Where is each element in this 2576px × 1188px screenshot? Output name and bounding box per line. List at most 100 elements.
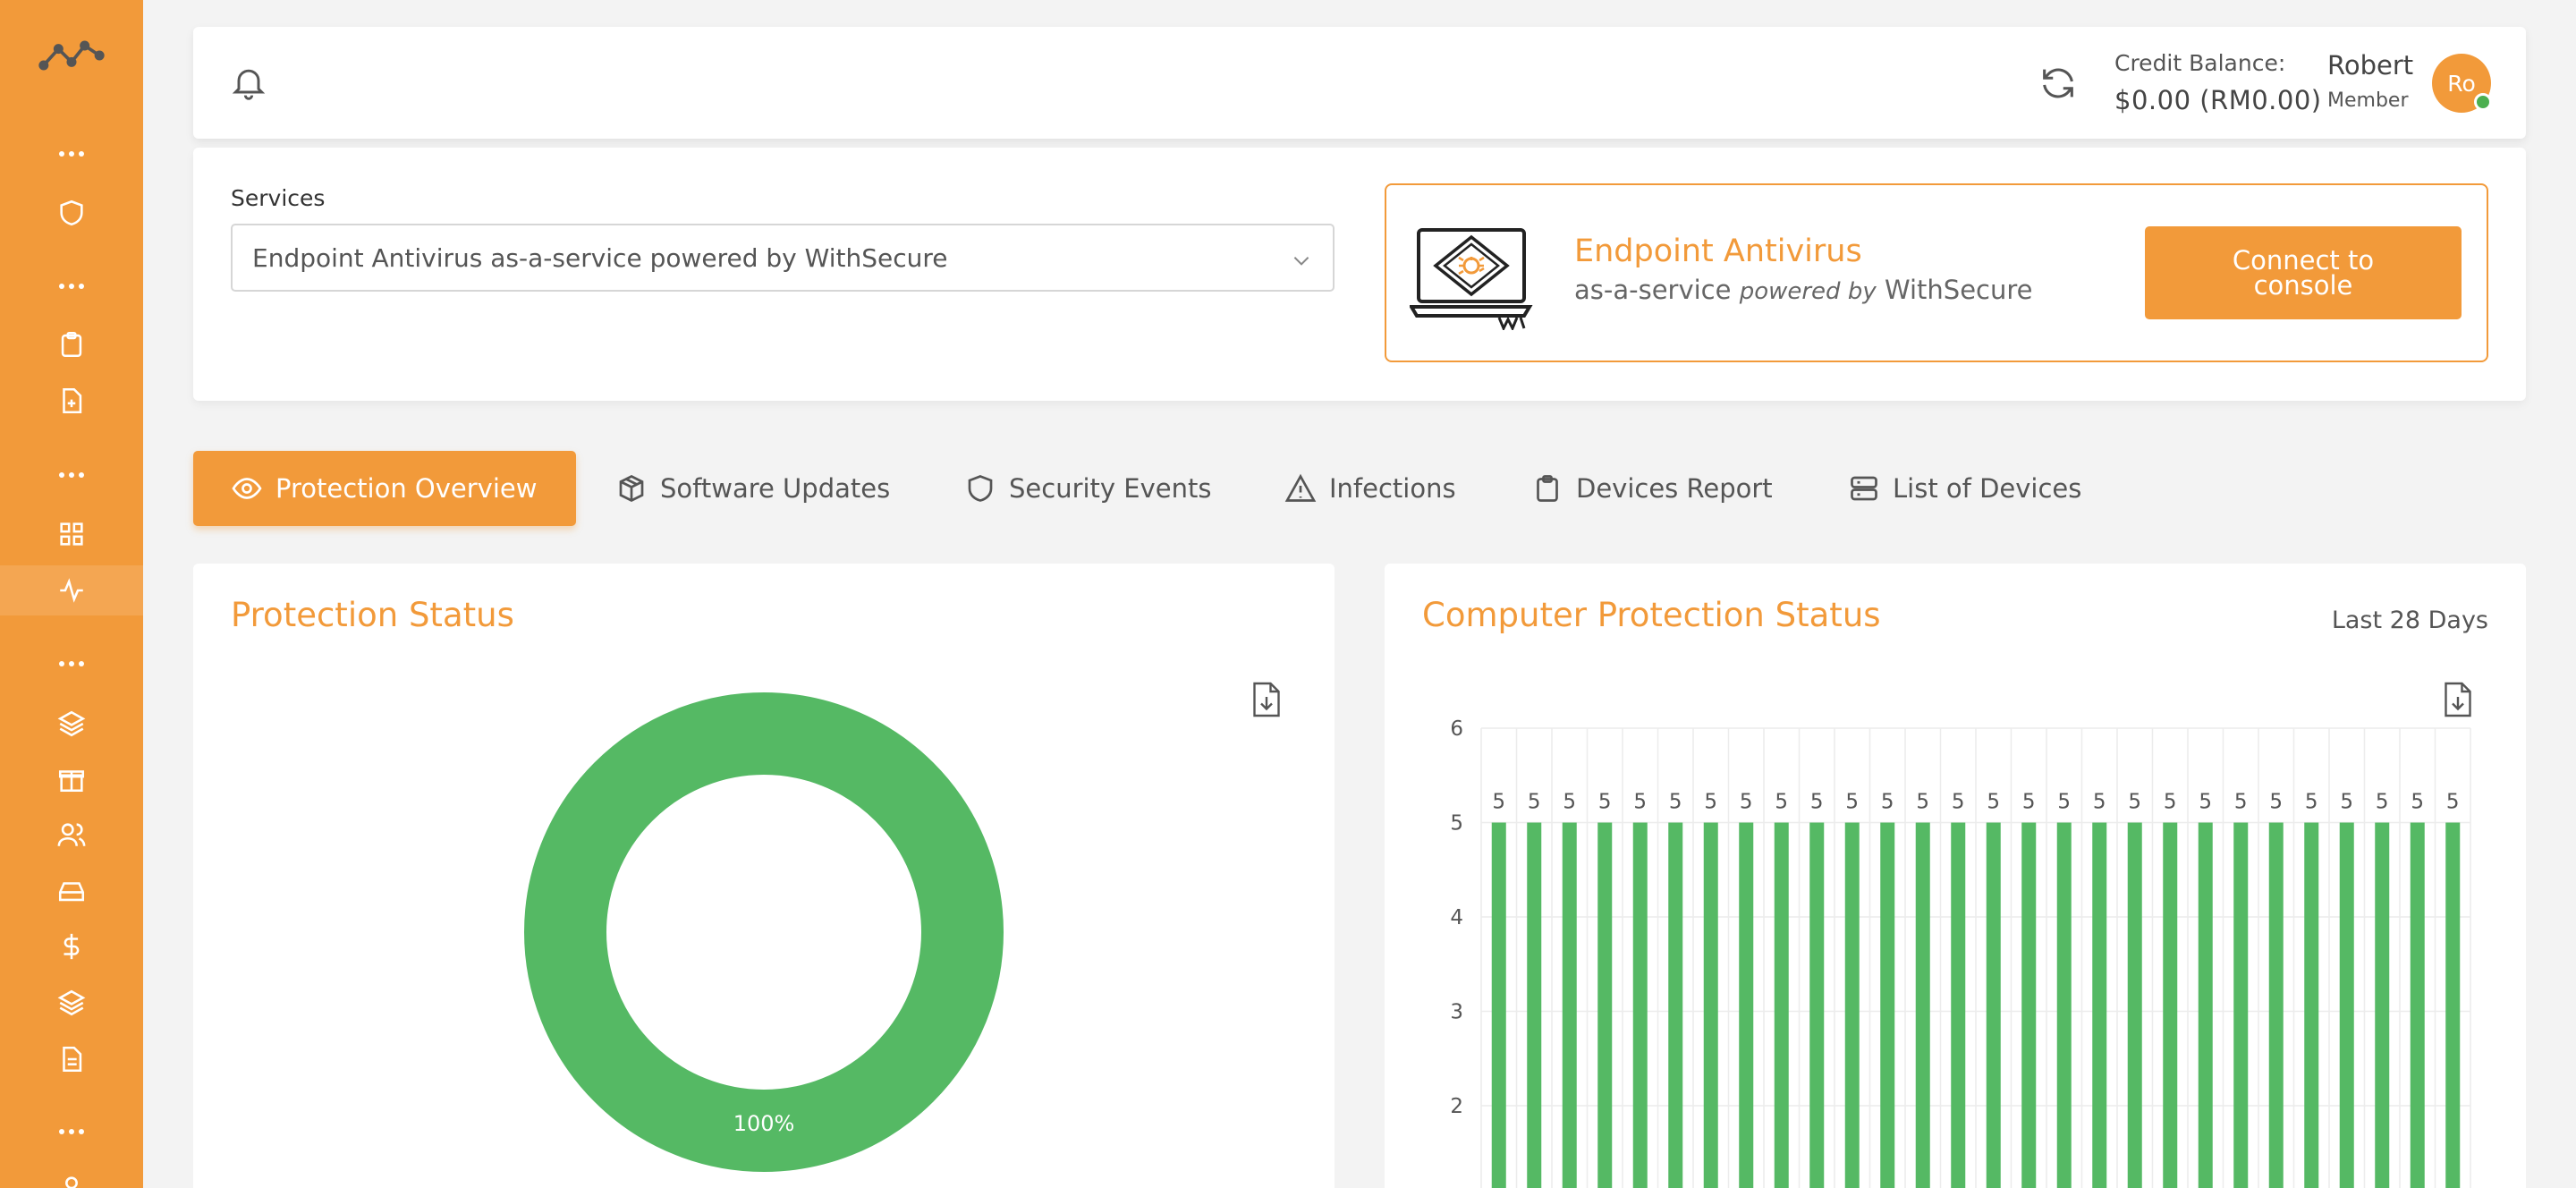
layers-icon[interactable]	[0, 978, 143, 1028]
services-selected-value: Endpoint Antivirus as-a-service powered …	[252, 242, 948, 273]
bar	[2268, 822, 2284, 1188]
connect-to-console-button[interactable]: Connect to console	[2145, 226, 2462, 319]
bar-data-label: 5	[1633, 791, 1647, 814]
bar-data-label: 5	[2234, 791, 2248, 814]
tab-infections[interactable]: Infections	[1284, 451, 1456, 526]
bar-data-label: 5	[2411, 791, 2424, 814]
bar-data-label: 5	[2340, 791, 2353, 814]
sidebar	[0, 0, 143, 1188]
online-status-dot	[2474, 93, 2492, 111]
warning-icon	[1284, 473, 1317, 502]
tab-label: Devices Report	[1576, 473, 1773, 504]
bar-data-label: 5	[2199, 791, 2212, 814]
chevron-down-icon	[1293, 257, 1309, 266]
more-dots-icon[interactable]	[0, 1118, 143, 1145]
more-dots-icon[interactable]	[0, 140, 143, 167]
user-icon[interactable]	[0, 1163, 143, 1188]
layers-icon[interactable]	[0, 699, 143, 749]
protection-status-card: Protection Status 100%	[193, 564, 1335, 1188]
download-file-icon[interactable]	[1250, 680, 1283, 719]
computer-protection-card: Computer Protection Status Last 28 Days …	[1385, 564, 2526, 1188]
tab-label: Software Updates	[660, 473, 891, 504]
product-card: Endpoint Antivirus as-a-service powered …	[1385, 183, 2488, 362]
bar	[1951, 822, 1966, 1188]
bar-data-label: 5	[1916, 791, 1929, 814]
donut-slice	[524, 692, 1004, 1172]
file-add-icon[interactable]	[0, 376, 143, 426]
bar	[2375, 822, 2390, 1188]
y-tick-label: 3	[1450, 1001, 1463, 1024]
product-subtitle: as-a-service powered by WithSecure	[1574, 275, 2032, 305]
top-bar: Credit Balance: $0.00 (RM0.00) Robert Me…	[193, 27, 2526, 139]
bar-data-label: 5	[1492, 791, 1505, 814]
bar	[2339, 822, 2354, 1188]
services-panel: Services Endpoint Antivirus as-a-service…	[193, 148, 2526, 401]
bar	[2127, 822, 2142, 1188]
bar-data-label: 5	[1881, 791, 1894, 814]
users-icon[interactable]	[0, 810, 143, 860]
tab-label: List of Devices	[1893, 473, 2082, 504]
activity-icon[interactable]	[0, 565, 143, 615]
user-info[interactable]: Robert Member	[2327, 50, 2413, 112]
product-subtitle-powered: powered by	[1739, 278, 1877, 305]
user-role: Member	[2327, 89, 2409, 112]
bar	[1597, 822, 1613, 1188]
tab-security-events[interactable]: Security Events	[964, 451, 1212, 526]
tab-list-of-devices[interactable]: List of Devices	[1848, 451, 2081, 526]
clipboard-icon	[1537, 475, 1558, 502]
bar	[2198, 822, 2213, 1188]
bar-data-label: 5	[1740, 791, 1753, 814]
eye-icon	[232, 478, 262, 499]
tab-label: Security Events	[1009, 473, 1212, 504]
bar	[1739, 822, 1754, 1188]
more-dots-icon[interactable]	[0, 462, 143, 488]
refresh-icon[interactable]	[2038, 63, 2079, 104]
product-title: Endpoint Antivirus	[1574, 233, 1862, 269]
bar	[2092, 822, 2107, 1188]
credit-value: $0.00 (RM0.00)	[2114, 85, 2322, 115]
product-subtitle-vendor: WithSecure	[1884, 275, 2033, 305]
clipboard-icon[interactable]	[0, 319, 143, 369]
bar	[1880, 822, 1895, 1188]
services-label: Services	[231, 185, 326, 211]
y-tick-label: 4	[1450, 906, 1463, 929]
tab-software-updates[interactable]: Software Updates	[615, 451, 890, 526]
box-icon	[619, 474, 644, 503]
grid-icon[interactable]	[0, 509, 143, 559]
more-dots-icon[interactable]	[0, 273, 143, 300]
services-select[interactable]: Endpoint Antivirus as-a-service powered …	[231, 224, 1335, 292]
bar	[2163, 822, 2178, 1188]
bar	[1915, 822, 1930, 1188]
credit-balance: Credit Balance: $0.00 (RM0.00)	[2114, 50, 2322, 115]
bar	[2233, 822, 2249, 1188]
document-icon[interactable]	[0, 1034, 143, 1084]
bar-data-label: 5	[2022, 791, 2036, 814]
laptop-bug-icon	[1410, 228, 1533, 330]
donut-slice-label: 100%	[733, 1111, 795, 1136]
product-subtitle-prefix: as-a-service	[1574, 275, 1732, 305]
tab-devices-report[interactable]: Devices Report	[1531, 451, 1773, 526]
bar	[1703, 822, 1718, 1188]
card-title: Protection Status	[231, 596, 514, 634]
bar-data-label: 5	[1952, 791, 1965, 814]
shield-icon[interactable]	[0, 188, 143, 238]
bar-data-label: 5	[2057, 791, 2071, 814]
bar-data-label: 5	[2376, 791, 2389, 814]
bar-data-label: 5	[1528, 791, 1541, 814]
bar	[2304, 822, 2319, 1188]
tab-protection-overview[interactable]: Protection Overview	[193, 451, 576, 526]
server-icon	[1851, 476, 1877, 501]
gift-icon[interactable]	[0, 754, 143, 804]
credit-label: Credit Balance:	[2114, 50, 2286, 76]
y-tick-label: 6	[1450, 717, 1463, 741]
bell-icon[interactable]	[229, 63, 268, 102]
bar-data-label: 5	[1598, 791, 1612, 814]
hard-drive-icon[interactable]	[0, 866, 143, 916]
more-dots-icon[interactable]	[0, 650, 143, 677]
logo-chart-icon[interactable]	[0, 30, 143, 81]
bar-data-label: 5	[2446, 791, 2460, 814]
bar-data-label: 5	[2093, 791, 2106, 814]
bar	[1632, 822, 1648, 1188]
dollar-icon[interactable]	[0, 921, 143, 972]
bar	[1774, 822, 1789, 1188]
